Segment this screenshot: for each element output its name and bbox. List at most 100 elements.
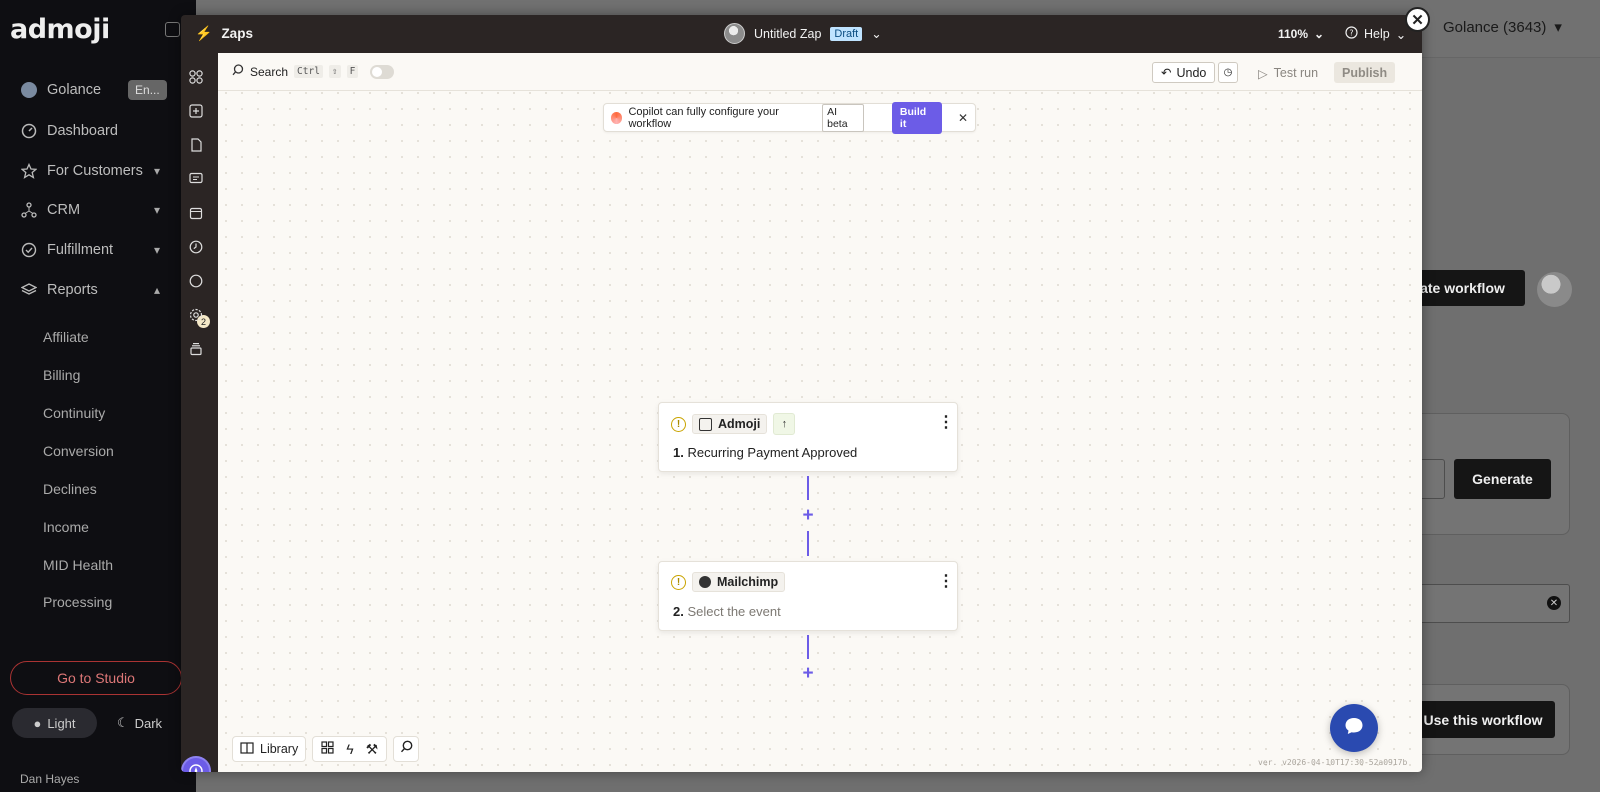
- chat-icon: [1343, 715, 1365, 742]
- chevron-down-icon: ▾: [1554, 19, 1562, 36]
- moon-icon: ☾: [116, 715, 129, 730]
- zap-editor-modal: ⚡ Zaps Untitled Zap Draft ⌄ 110% ⌄ ? Hel…: [181, 15, 1422, 772]
- mailchimp-app-icon: [699, 576, 711, 588]
- copilot-logo-icon: [611, 111, 623, 124]
- add-step-plus-icon[interactable]: +: [800, 506, 816, 525]
- version-label: ver. v2026-04-10T17:30-52a0917b: [1258, 758, 1408, 767]
- editor-left-rail: 2: [181, 53, 213, 772]
- sun-icon: ●: [33, 715, 42, 731]
- workflow-canvas[interactable]: Search Ctrl ⇧ F ↶ Undo ◷ ▷ Test run Publ…: [218, 53, 1422, 772]
- action-step-card[interactable]: ! Mailchimp ⋮ 2. Select the event: [658, 561, 958, 631]
- sidebar-subitem-continuity[interactable]: Continuity: [43, 405, 105, 421]
- copilot-banner: Copilot can fully configure your workflo…: [603, 101, 976, 134]
- search-icon: [400, 740, 413, 758]
- editor-topbar: ⚡ Zaps Untitled Zap Draft ⌄ 110% ⌄ ? Hel…: [181, 15, 1422, 53]
- more-options-icon[interactable]: ⋮: [938, 415, 954, 431]
- network-icon: [20, 201, 38, 219]
- clear-icon[interactable]: ✕: [1547, 596, 1561, 610]
- file-icon[interactable]: [188, 137, 204, 153]
- avatar: [724, 23, 745, 44]
- account-switcher[interactable]: Golance (3643) ▾: [1443, 18, 1562, 37]
- chat-support-button[interactable]: [1330, 704, 1378, 752]
- step-connector: [807, 476, 809, 500]
- admoji-app-icon: [699, 417, 712, 431]
- sidebar-subitem-affiliate[interactable]: Affiliate: [43, 329, 89, 345]
- sidebar-item-dashboard[interactable]: Dashboard: [20, 122, 180, 140]
- step-connector: [807, 531, 809, 556]
- modal-close-button[interactable]: ✕: [1405, 7, 1430, 32]
- add-step-plus-icon[interactable]: +: [800, 664, 816, 683]
- sidebar-subitem-declines[interactable]: Declines: [43, 481, 97, 497]
- step-title: 2. Select the event: [673, 604, 781, 619]
- swap-app-icon[interactable]: ↑: [773, 413, 796, 435]
- chevron-down-icon: ▾: [154, 203, 161, 217]
- gear-icon[interactable]: [188, 307, 204, 323]
- apps-tool-icon[interactable]: [321, 741, 334, 757]
- zap-title: Untitled Zap: [754, 26, 822, 41]
- wrench-icon[interactable]: ⚒: [366, 741, 379, 758]
- search-button[interactable]: Search Ctrl ⇧ F: [232, 64, 395, 79]
- app-chip[interactable]: Mailchimp: [692, 572, 786, 592]
- check-circle-icon: [20, 241, 38, 259]
- canvas-bottom-toolbar: Library ϟ ⚒: [232, 735, 420, 763]
- zoom-select[interactable]: 110% ⌄: [1278, 27, 1324, 41]
- undo-button[interactable]: ↶ Undo: [1152, 62, 1216, 83]
- use-workflow-button[interactable]: Use this workflow: [1411, 701, 1555, 738]
- help-icon: ?: [1345, 26, 1358, 42]
- copilot-icon[interactable]: [181, 756, 211, 772]
- layers-icon: [20, 281, 38, 299]
- trigger-step-card[interactable]: ! Admoji ↑ ⋮ 1. Recurring Payment Approv…: [658, 402, 958, 472]
- sidebar-subitem-processing[interactable]: Processing: [43, 594, 112, 610]
- app-logo: admoji: [10, 14, 110, 45]
- env-badge: En...: [128, 80, 167, 100]
- zap-title-menu[interactable]: Untitled Zap Draft ⌄: [724, 23, 882, 44]
- ai-beta-badge: AI beta: [822, 103, 864, 132]
- copilot-banner-text: Copilot can fully configure your workflo…: [628, 105, 779, 130]
- chevron-down-icon: ▾: [154, 164, 161, 178]
- sidebar-item-reports[interactable]: Reports ▴: [20, 281, 180, 299]
- generate-button[interactable]: Generate: [1454, 459, 1551, 499]
- go-to-studio-button[interactable]: Go to Studio: [10, 661, 182, 695]
- canvas-search-button[interactable]: [393, 736, 420, 762]
- publish-button[interactable]: Publish: [1334, 62, 1396, 83]
- search-field[interactable]: [1400, 584, 1570, 623]
- theme-dark-button[interactable]: ☾ Dark: [97, 708, 182, 738]
- sidebar-subitem-billing[interactable]: Billing: [43, 367, 80, 383]
- close-icon[interactable]: ✕: [958, 111, 968, 125]
- sidebar-subitem-mid-health[interactable]: MID Health: [43, 557, 113, 573]
- calendar-icon[interactable]: [188, 205, 204, 221]
- add-step-icon[interactable]: [188, 103, 204, 119]
- test-run-button[interactable]: ▷ Test run: [1250, 63, 1326, 83]
- comment-icon[interactable]: [188, 171, 204, 187]
- search-icon: [232, 64, 244, 79]
- version-history-icon[interactable]: [188, 273, 204, 289]
- history-button[interactable]: ◷: [1218, 62, 1238, 83]
- sidebar-subitem-income[interactable]: Income: [43, 519, 89, 535]
- more-options-icon[interactable]: ⋮: [938, 574, 954, 590]
- warning-icon: !: [671, 416, 686, 432]
- sidebar-collapse-icon[interactable]: [165, 22, 180, 37]
- apps-grid-icon[interactable]: [188, 69, 204, 85]
- sidebar-subitem-conversion[interactable]: Conversion: [43, 443, 114, 459]
- bolt-tool-icon[interactable]: ϟ: [346, 741, 353, 757]
- clock-icon[interactable]: [188, 239, 204, 255]
- build-it-button[interactable]: Build it: [891, 101, 942, 134]
- sidebar-item-crm[interactable]: CRM ▾: [20, 201, 180, 219]
- zap-toggle[interactable]: [370, 64, 395, 79]
- stack-icon[interactable]: [188, 341, 204, 357]
- org-avatar: [20, 81, 38, 99]
- theme-switch: ● Light ☾ Dark: [12, 708, 182, 738]
- app-chip[interactable]: Admoji: [692, 414, 768, 434]
- zaps-home-link[interactable]: ⚡ Zaps: [195, 25, 253, 42]
- org-switcher[interactable]: Golance En...: [20, 80, 180, 100]
- chevron-down-icon: ⌄: [1314, 27, 1325, 41]
- chevron-down-icon: ⌄: [1395, 27, 1407, 42]
- theme-light-button[interactable]: ● Light: [12, 708, 97, 738]
- library-button[interactable]: Library: [232, 736, 307, 762]
- sidebar-item-for-customers[interactable]: For Customers ▾: [20, 162, 180, 180]
- user-name[interactable]: Dan Hayes: [20, 772, 180, 792]
- avatar[interactable]: [1537, 272, 1572, 307]
- sidebar-item-fulfillment[interactable]: Fulfillment ▾: [20, 241, 180, 259]
- help-menu[interactable]: ? Help ⌄: [1345, 26, 1406, 42]
- shortcut-key: ⇧: [328, 65, 341, 78]
